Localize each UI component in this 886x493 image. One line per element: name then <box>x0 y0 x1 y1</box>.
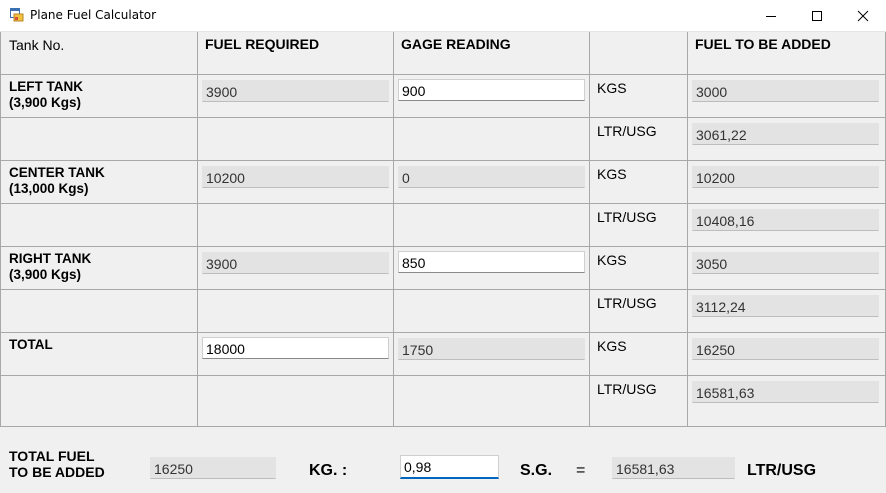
header-fuel-to-be-added: FUEL TO BE ADDED <box>695 36 831 52</box>
total-fuel-value-field[interactable]: 16250 <box>150 457 276 479</box>
left-tank-label: LEFT TANK (3,900 Kgs) <box>9 79 83 111</box>
center-tank-label: CENTER TANK (13,000 Kgs) <box>9 165 105 197</box>
left-tank-gage-reading-input[interactable]: 900 <box>398 79 585 101</box>
right-tank-ltr-label: LTR/USG <box>597 295 657 311</box>
fuel-table: Tank No. FUEL REQUIRED GAGE READING FUEL… <box>0 32 886 427</box>
total-ltr-value-field[interactable]: 16581,63 <box>692 381 879 403</box>
right-tank-kgs-label: KGS <box>597 252 627 268</box>
tank-capacity: (13,000 Kgs) <box>9 181 89 196</box>
grid-divider <box>1 74 886 75</box>
total-fuel-required-input[interactable]: 18000 <box>202 337 389 359</box>
tank-capacity: (3,900 Kgs) <box>9 95 82 110</box>
total-ltr-label: LTR/USG <box>597 381 657 397</box>
left-tank-ltr-label: LTR/USG <box>597 123 657 139</box>
left-tank-kgs-label: KGS <box>597 80 627 96</box>
minimize-button[interactable] <box>748 0 794 32</box>
tank-name: CENTER TANK <box>9 165 105 180</box>
result-unit-label: LTR/USG <box>747 462 817 479</box>
center-tank-kgs-label: KGS <box>597 166 627 182</box>
tank-capacity: (3,900 Kgs) <box>9 267 82 282</box>
total-fuel-to-be-added-label: TOTAL FUEL TO BE ADDED <box>9 448 105 480</box>
center-tank-ltr-label: LTR/USG <box>597 209 657 225</box>
left-tank-fuel-required-field[interactable]: 3900 <box>202 80 389 102</box>
right-tank-fuel-required-field[interactable]: 3900 <box>202 252 389 274</box>
grid-divider <box>1 426 886 427</box>
grid-divider <box>1 160 886 161</box>
right-tank-label: RIGHT TANK (3,900 Kgs) <box>9 251 91 283</box>
header-gage-reading: GAGE READING <box>401 36 511 52</box>
center-tank-fuel-required-field[interactable]: 10200 <box>202 166 389 188</box>
footer-label-line: TOTAL FUEL <box>9 448 95 464</box>
close-icon <box>857 10 869 22</box>
grid-divider <box>197 32 198 427</box>
right-tank-kgs-value-field[interactable]: 3050 <box>692 252 879 274</box>
maximize-button[interactable] <box>794 0 840 32</box>
equals-sign: = <box>576 462 586 479</box>
grid-divider <box>1 117 886 118</box>
center-tank-ltr-value-field[interactable]: 10408,16 <box>692 209 879 231</box>
left-tank-ltr-value-field[interactable]: 3061,22 <box>692 123 879 145</box>
grid-divider <box>1 203 886 204</box>
minimize-icon <box>766 16 776 17</box>
footer-label-line: TO BE ADDED <box>9 464 105 480</box>
center-tank-gage-reading-field[interactable]: 0 <box>398 166 585 188</box>
window-title: Plane Fuel Calculator <box>30 8 157 22</box>
grid-divider <box>1 332 886 333</box>
tank-name: TOTAL <box>9 337 53 352</box>
specific-gravity-input[interactable]: 0,98 <box>400 455 499 479</box>
grid-divider <box>1 289 886 290</box>
kg-label: KG. : <box>309 462 348 479</box>
grid-divider <box>393 32 394 427</box>
app-icon <box>10 8 24 22</box>
title-bar: Plane Fuel Calculator <box>0 0 886 32</box>
total-gage-reading-field[interactable]: 1750 <box>398 338 585 360</box>
total-kgs-label: KGS <box>597 338 627 354</box>
header-tank-no: Tank No. <box>9 37 65 53</box>
header-fuel-required: FUEL REQUIRED <box>205 36 320 52</box>
grid-divider <box>589 32 590 427</box>
center-tank-kgs-value-field[interactable]: 10200 <box>692 166 879 188</box>
tank-name: LEFT TANK <box>9 79 83 94</box>
total-kgs-value-field[interactable]: 16250 <box>692 338 879 360</box>
right-tank-gage-reading-input[interactable]: 850 <box>398 251 585 273</box>
result-value-field[interactable]: 16581,63 <box>612 457 735 479</box>
tank-name: RIGHT TANK <box>9 251 92 266</box>
grid-divider <box>687 32 688 427</box>
close-button[interactable] <box>840 0 886 32</box>
grid-divider <box>1 246 886 247</box>
left-tank-kgs-value-field[interactable]: 3000 <box>692 80 879 102</box>
total-label: TOTAL <box>9 337 53 353</box>
right-tank-ltr-value-field[interactable]: 3112,24 <box>692 295 879 317</box>
sg-label: S.G. <box>520 462 553 479</box>
maximize-icon <box>812 11 822 21</box>
grid-divider <box>1 375 886 376</box>
